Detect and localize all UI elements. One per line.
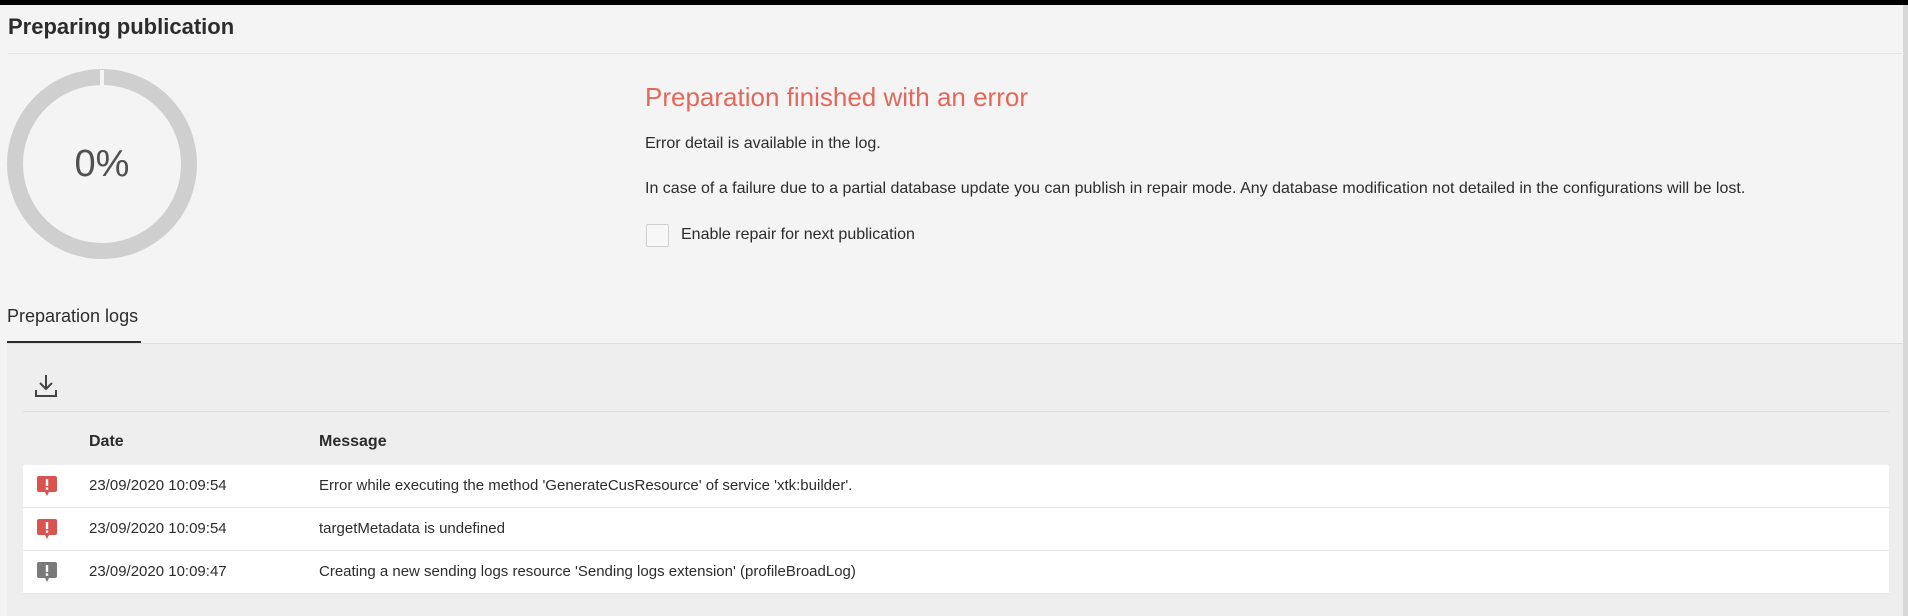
page-title: Preparing publication xyxy=(8,14,235,39)
toolbar-divider xyxy=(23,411,1889,412)
repair-note: In case of a failure due to a partial da… xyxy=(645,180,1746,197)
row-date: 23/09/2020 10:09:54 xyxy=(89,477,227,494)
error-alert-icon xyxy=(37,476,57,496)
progress-ring: 0% xyxy=(6,68,198,260)
row-message: Creating a new sending logs resource 'Se… xyxy=(319,563,856,580)
repair-checkbox-label[interactable]: Enable repair for next publication xyxy=(681,226,915,244)
table-row[interactable]: 23/09/2020 10:09:47 Creating a new sendi… xyxy=(23,551,1889,594)
row-date: 23/09/2020 10:09:54 xyxy=(89,520,227,537)
repair-checkbox[interactable] xyxy=(646,224,669,247)
top-bar xyxy=(0,0,1908,5)
error-alert-icon xyxy=(37,519,57,539)
row-message: Error while executing the method 'Genera… xyxy=(319,477,853,494)
status-detail: Error detail is available in the log. xyxy=(645,135,881,152)
table-row[interactable]: 23/09/2020 10:09:54 targetMetadata is un… xyxy=(23,508,1889,551)
right-edge xyxy=(1903,5,1908,616)
title-divider xyxy=(8,53,1904,54)
tab-preparation-logs[interactable]: Preparation logs xyxy=(7,306,138,327)
download-button[interactable] xyxy=(34,373,58,399)
table-row[interactable]: 23/09/2020 10:09:54 Error while executin… xyxy=(23,465,1889,508)
info-alert-icon xyxy=(37,562,57,582)
column-header-message[interactable]: Message xyxy=(319,433,387,451)
status-title: Preparation finished with an error xyxy=(645,82,1028,112)
progress-percent: 0% xyxy=(74,143,130,185)
column-header-date[interactable]: Date xyxy=(89,433,124,451)
row-message: targetMetadata is undefined xyxy=(319,520,505,537)
download-icon xyxy=(35,375,57,397)
row-date: 23/09/2020 10:09:47 xyxy=(89,563,227,580)
